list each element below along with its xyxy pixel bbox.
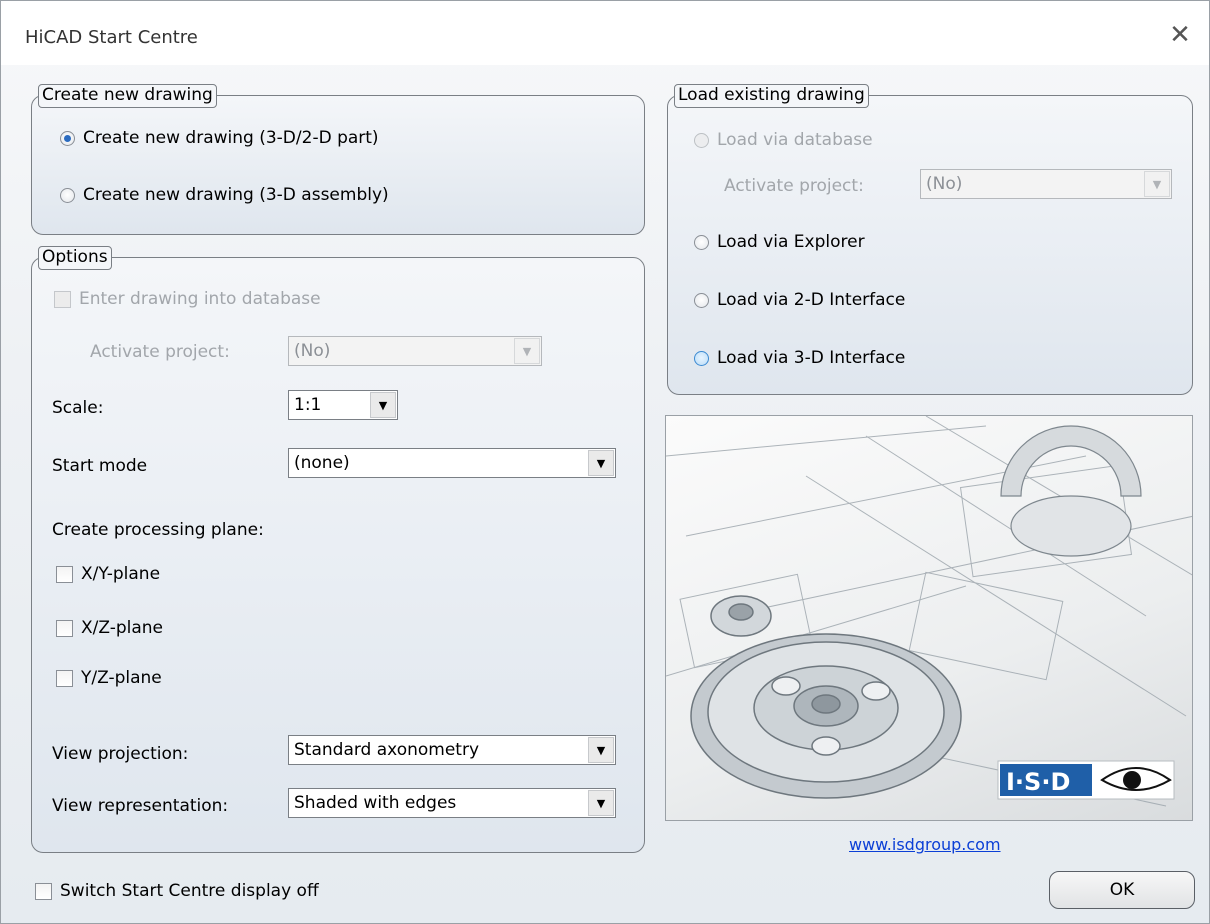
xy-plane-checkbox[interactable]: X/Y-plane [56,564,160,584]
yz-plane-checkbox[interactable]: Y/Z-plane [56,668,162,688]
xz-plane-label: X/Z-plane [81,618,164,638]
load-database-label: Load via database [717,130,873,150]
activate-project-label: Activate project: [90,342,230,362]
close-icon[interactable]: ✕ [1165,21,1195,51]
view-projection-label: View projection: [52,744,189,764]
radio-button-icon[interactable] [60,130,75,146]
switch-off-label: Switch Start Centre display off [60,881,319,901]
enter-db-checkbox[interactable]: Enter drawing into database [54,289,321,309]
window-title: HiCAD Start Centre [25,27,198,48]
load-activate-project-value: (No) [926,174,963,194]
load-activate-project-select[interactable]: (No) ▼ [920,169,1172,199]
checkbox-icon[interactable] [35,882,52,900]
radio-button-icon[interactable] [694,292,709,308]
chevron-down-icon[interactable]: ▼ [370,392,396,418]
switch-off-checkbox[interactable]: Switch Start Centre display off [35,881,319,901]
radio-load-2d[interactable]: Load via 2-D Interface [694,290,905,310]
view-projection-value: Standard axonometry [294,740,480,760]
create-new-drawing-group: Create new drawing Create new drawing (3… [31,84,645,235]
start-mode-label: Start mode [52,456,148,476]
options-group-legend: Options [38,246,112,270]
enter-db-label: Enter drawing into database [79,289,321,309]
start-mode-select[interactable]: (none) ▼ [288,448,616,478]
activate-project-value: (No) [294,341,331,361]
checkbox-icon[interactable] [56,669,73,687]
checkbox-icon[interactable] [54,290,71,308]
title-bar: HiCAD Start Centre ✕ [1,1,1209,65]
view-representation-label: View representation: [52,796,229,816]
checkbox-icon[interactable] [56,619,73,637]
load-activate-project-label: Activate project: [724,176,864,196]
scale-select[interactable]: 1:1 ▼ [288,390,398,420]
preview-image: I·S·D [665,415,1193,821]
radio-create-part-label: Create new drawing (3-D/2-D part) [83,128,379,148]
radio-create-assembly[interactable]: Create new drawing (3-D assembly) [60,185,389,205]
view-representation-select[interactable]: Shaded with edges ▼ [288,788,616,818]
chevron-down-icon[interactable]: ▼ [588,450,614,476]
radio-create-part[interactable]: Create new drawing (3-D/2-D part) [60,128,379,148]
start-mode-value: (none) [294,453,350,473]
chevron-down-icon[interactable]: ▼ [514,338,540,364]
activate-project-select[interactable]: (No) ▼ [288,336,542,366]
scale-label: Scale: [52,398,104,418]
load-explorer-label: Load via Explorer [717,232,865,252]
scale-value: 1:1 [294,395,322,415]
view-representation-value: Shaded with edges [294,793,457,813]
radio-load-database[interactable]: Load via database [694,130,873,150]
radio-load-3d[interactable]: Load via 3-D Interface [694,348,905,368]
xz-plane-checkbox[interactable]: X/Z-plane [56,618,163,638]
create-group-legend: Create new drawing [38,84,217,108]
chevron-down-icon[interactable]: ▼ [588,737,614,763]
radio-load-explorer[interactable]: Load via Explorer [694,232,865,252]
yz-plane-label: Y/Z-plane [81,668,162,688]
isdgroup-link[interactable]: www.isdgroup.com [849,835,1001,854]
load-3d-label: Load via 3-D Interface [717,348,906,368]
load-existing-drawing-group: Load existing drawing Load via database … [667,84,1193,395]
isd-logo-text: I·S·D [1006,768,1070,796]
view-projection-select[interactable]: Standard axonometry ▼ [288,735,616,765]
processing-plane-heading: Create processing plane: [52,520,264,540]
radio-button-icon[interactable] [694,132,709,148]
load-group-legend: Load existing drawing [674,84,869,108]
xy-plane-label: X/Y-plane [81,564,161,584]
radio-create-assembly-label: Create new drawing (3-D assembly) [83,185,389,205]
gear-assembly-illustration: I·S·D [666,416,1192,807]
chevron-down-icon[interactable]: ▼ [1144,171,1170,197]
chevron-down-icon[interactable]: ▼ [588,790,614,816]
radio-button-icon[interactable] [60,187,75,203]
checkbox-icon[interactable] [56,565,73,583]
options-group: Options Enter drawing into database Acti… [31,246,645,853]
start-centre-dialog: HiCAD Start Centre ✕ Create new drawing … [0,0,1210,924]
load-2d-label: Load via 2-D Interface [717,290,906,310]
radio-button-icon[interactable] [694,234,709,250]
ok-button[interactable]: OK [1049,871,1195,909]
radio-button-icon[interactable] [694,350,709,366]
